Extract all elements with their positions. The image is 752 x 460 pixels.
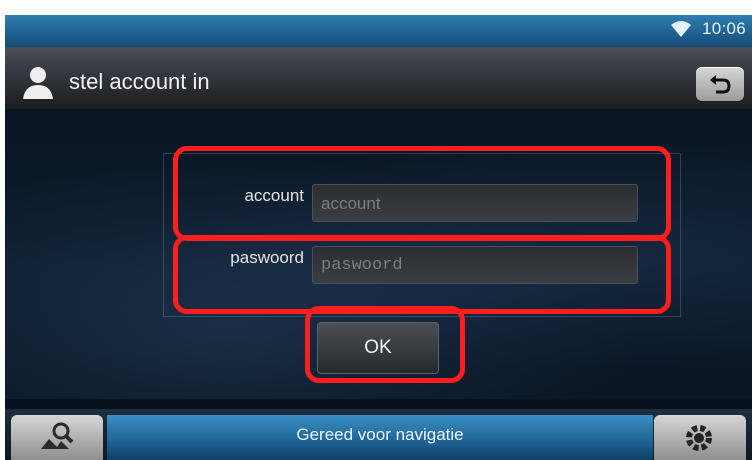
password-highlight — [173, 235, 671, 314]
navigation-status-text: Gereed voor navigatie — [296, 425, 464, 444]
content-area: account account paswoord paswoord OK — [5, 109, 752, 399]
title-bar: stel account in — [5, 47, 752, 109]
status-bar: 10:06 — [5, 15, 752, 47]
nav-status-strip: Gereed voor navigatie — [107, 415, 653, 460]
settings-button[interactable] — [654, 415, 746, 460]
user-icon — [23, 67, 53, 99]
page-title: stel account in — [69, 69, 210, 94]
clock: 10:06 — [701, 19, 746, 38]
wifi-icon — [670, 21, 691, 37]
settings-gear-icon — [686, 425, 712, 451]
back-icon — [710, 75, 731, 94]
device-screen: 10:06 stel account in account account pa… — [5, 15, 752, 460]
bottom-bar: Gereed voor navigatie — [5, 409, 752, 460]
ok-highlight — [305, 306, 465, 383]
account-highlight — [173, 146, 671, 241]
map-search-button[interactable] — [11, 415, 103, 460]
map-search-icon — [41, 422, 74, 449]
back-button[interactable] — [696, 67, 744, 101]
